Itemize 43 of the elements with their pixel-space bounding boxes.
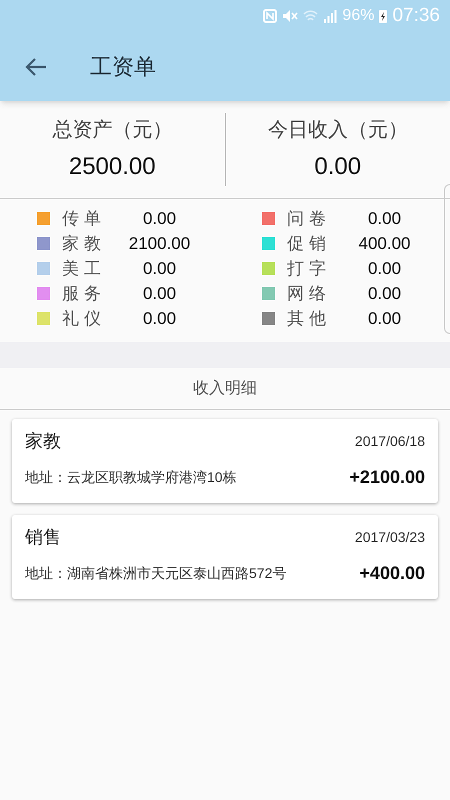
category-name: 网络 xyxy=(287,282,332,305)
income-address: 地址：湖南省株洲市天元区泰山西路572号 xyxy=(25,564,286,582)
page-title: 工资单 xyxy=(90,53,156,81)
category-name: 打字 xyxy=(287,258,332,280)
category-amount: 400.00 xyxy=(358,232,412,255)
income-amount: +400.00 xyxy=(359,562,425,584)
summary-value: 0.00 xyxy=(314,152,362,182)
category-amount: 0.00 xyxy=(142,282,178,305)
nfc-icon xyxy=(263,9,278,23)
category-name: 促销 xyxy=(287,232,332,255)
category-name: 家教 xyxy=(62,232,108,255)
category-name: 礼仪 xyxy=(62,308,108,330)
category-amount: 0.00 xyxy=(366,282,402,305)
category-name: 问卷 xyxy=(287,208,332,230)
status-time: 07:36 xyxy=(392,4,440,28)
signal-icon xyxy=(323,10,338,22)
category-name: 服务 xyxy=(62,282,108,305)
mute-icon xyxy=(282,9,298,23)
wifi-icon xyxy=(303,10,318,22)
battery-charging-icon xyxy=(379,9,388,23)
section-title: 收入明细 xyxy=(193,378,257,398)
category-amount: 0.00 xyxy=(366,308,402,330)
income-card[interactable]: 销售 2017/03/23 地址：湖南省株洲市天元区泰山西路572号 +400.00 xyxy=(12,515,438,599)
category-amount: 0.00 xyxy=(142,308,178,330)
category-amount: 0.00 xyxy=(142,208,178,230)
category-name: 美工 xyxy=(62,258,108,280)
income-date: 2017/03/23 xyxy=(354,528,425,546)
income-card[interactable]: 家教 2017/06/18 地址：云龙区职教城学府港湾10栋 +2100.00 xyxy=(12,419,438,503)
summary-label: 今日收入（元） xyxy=(268,118,408,142)
income-address: 地址：云龙区职教城学府港湾10栋 xyxy=(25,468,237,486)
category-amount: 2100.00 xyxy=(128,232,192,255)
category-amount: 0.00 xyxy=(366,208,402,230)
summary-label: 总资产（元） xyxy=(52,118,172,142)
income-date: 2017/06/18 xyxy=(354,432,425,450)
category-amount: 0.00 xyxy=(366,258,402,280)
category-amount: 0.00 xyxy=(142,258,178,280)
summary-value: 2500.00 xyxy=(68,152,156,182)
income-title: 家教 xyxy=(25,430,61,452)
category-name: 传单 xyxy=(62,208,108,230)
income-amount: +2100.00 xyxy=(349,466,425,488)
category-name: 其他 xyxy=(287,308,332,330)
income-title: 销售 xyxy=(25,526,61,548)
battery-percent: 96% xyxy=(342,6,374,26)
